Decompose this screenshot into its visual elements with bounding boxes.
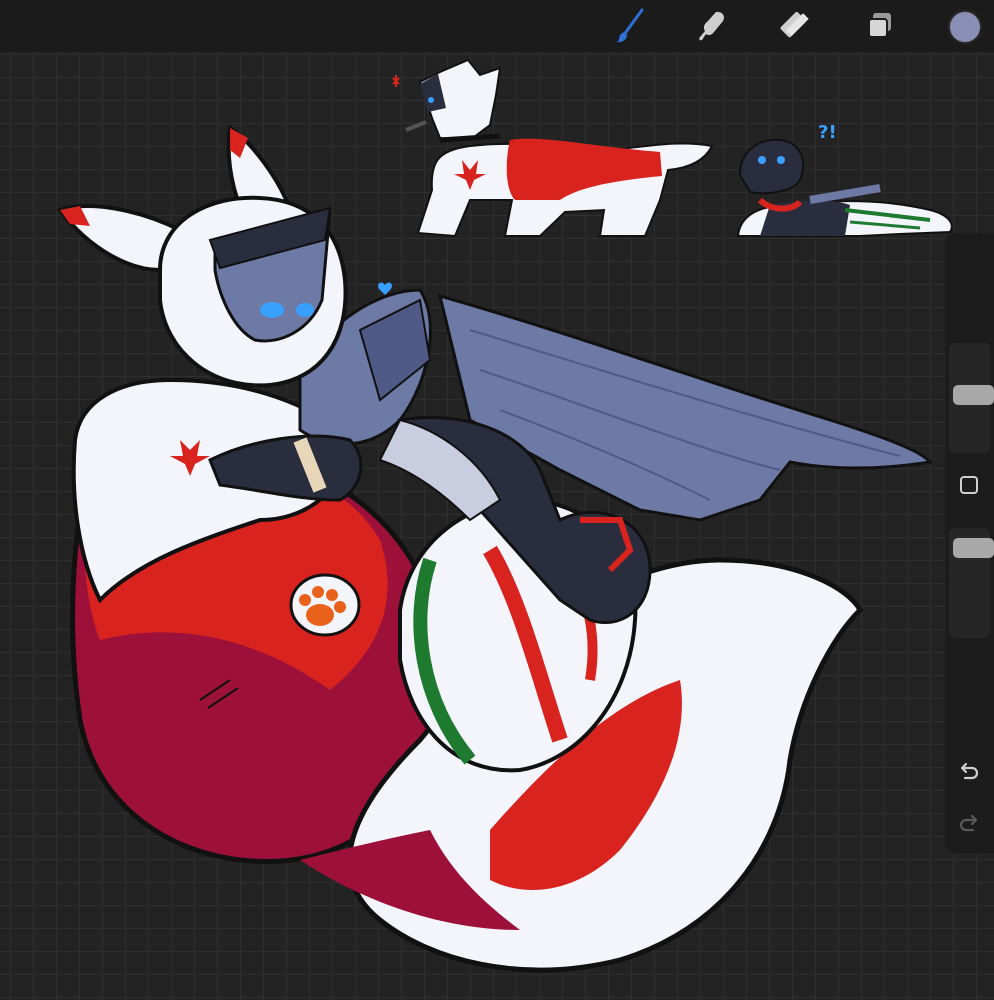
side-panel (945, 233, 994, 853)
brush-opacity-slider[interactable] (949, 528, 994, 638)
brush-opacity-thumb[interactable] (953, 538, 994, 558)
redo-icon[interactable] (957, 811, 981, 835)
eraser-icon[interactable] (776, 6, 816, 46)
orange-paw (289, 573, 361, 637)
canvas-artwork[interactable]: ?! (0, 52, 994, 1000)
layers-icon[interactable] (860, 6, 900, 46)
undo-icon[interactable] (957, 759, 981, 783)
exclaim-mark: ?! (818, 122, 837, 143)
brush-size-thumb[interactable] (953, 385, 994, 405)
smudge-icon[interactable] (692, 6, 732, 46)
brush-icon[interactable] (610, 6, 650, 46)
color-swatch[interactable] (948, 10, 982, 44)
sketch-standing-fox (392, 58, 714, 238)
brush-size-slider[interactable] (949, 343, 994, 453)
modify-button-icon[interactable] (960, 476, 978, 494)
top-toolbar (0, 0, 994, 52)
sketch-lying-fox: ?! (736, 122, 953, 237)
